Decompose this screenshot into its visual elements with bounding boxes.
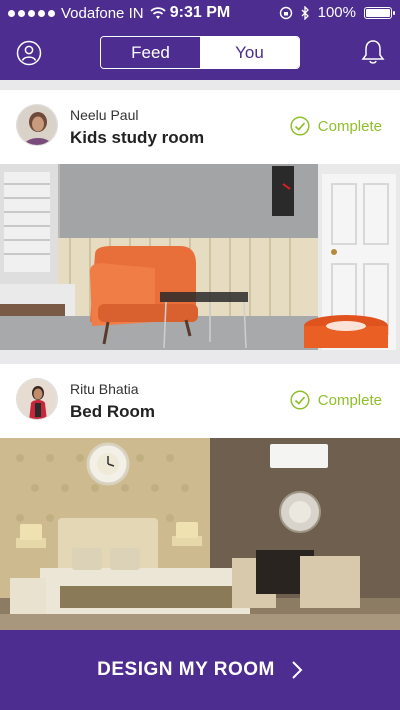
status-complete: Complete — [290, 390, 382, 410]
nav-bar: Feed You — [0, 26, 400, 80]
check-circle-icon — [290, 390, 310, 410]
status-complete: Complete — [290, 116, 382, 136]
feed-card-header[interactable]: Ritu Bhatia Bed Room Complete — [0, 364, 400, 438]
status-label: Complete — [317, 117, 382, 135]
status-label: Complete — [317, 391, 382, 409]
battery-percent: 100% — [317, 4, 356, 21]
user-name: Ritu Bhatia — [70, 381, 139, 397]
avatar — [16, 104, 58, 146]
orientation-lock-icon — [279, 6, 292, 19]
chevron-right-icon — [292, 661, 303, 679]
battery-icon — [364, 6, 395, 19]
status-bar: Vodafone IN 9:31 PM 100% — [0, 0, 400, 26]
design-my-room-button[interactable]: DESIGN MY ROOM — [0, 630, 400, 710]
tab-feed[interactable]: Feed — [101, 37, 200, 68]
room-name: Kids study room — [70, 128, 205, 147]
room-image-bedroom[interactable] — [0, 438, 400, 630]
bell-icon[interactable] — [360, 38, 386, 66]
top-bar: Vodafone IN 9:31 PM 100% Feed You — [0, 0, 400, 80]
feed-you-toggle: Feed You — [100, 36, 300, 69]
profile-icon[interactable] — [16, 40, 42, 66]
tab-you[interactable]: You — [200, 37, 299, 68]
room-image-study[interactable] — [0, 164, 400, 350]
room-name: Bed Room — [70, 402, 155, 421]
avatar — [16, 378, 58, 420]
check-circle-icon — [290, 116, 310, 136]
feed-card-header[interactable]: Neelu Paul Kids study room Complete — [0, 90, 400, 164]
bluetooth-icon — [301, 5, 309, 20]
user-name: Neelu Paul — [70, 107, 139, 123]
cta-label: DESIGN MY ROOM — [97, 659, 275, 680]
